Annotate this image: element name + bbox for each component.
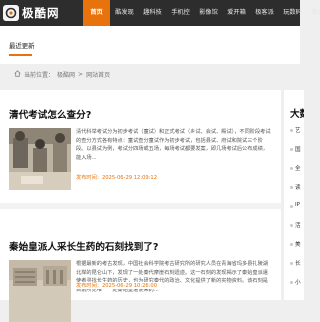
article-thumbnail[interactable] (9, 128, 71, 190)
nav-item-unboxing[interactable]: 爱开箱 (223, 0, 250, 26)
list-bullet (290, 243, 293, 246)
sub-header: 最近更新 (0, 26, 300, 64)
article-publish-time: 发布时间：2025-06-29 12:09:12 (76, 175, 158, 181)
breadcrumb: 当前位置： 极酷网 > 网站首页 (14, 69, 110, 79)
list-bullet (290, 205, 293, 208)
list-bullet (290, 281, 293, 284)
article-excerpt: 根据最新的考古发现，中国社会科学院考古研究所的研究人员在青海省玛多县扎陵湖北岸的… (76, 261, 268, 293)
top-nav-bar: 极酷网 首页 酷发现 趣科技 手机控 影像馆 爱开箱 极客派 玩数码 皮克千 (0, 0, 320, 26)
article-title[interactable]: 清代考试怎么查分? (9, 107, 91, 121)
sidebar-list-item[interactable]: 艺 (295, 126, 301, 134)
list-bullet (290, 129, 293, 132)
sidebar-list-item[interactable]: 读 (295, 183, 301, 191)
article-list: 清代考试怎么查分? 清代科举考试分为初步考试（童试）和正式考试（乡试、会试、殿试… (0, 90, 281, 322)
breadcrumb-separator: > (78, 70, 84, 78)
sidebar-list-item[interactable]: 美 (295, 240, 301, 248)
section-divider (0, 203, 281, 209)
site-logo[interactable]: 极酷网 (3, 4, 79, 22)
nav-item-tech[interactable]: 趣科技 (139, 0, 166, 26)
nav-item-home[interactable]: 首页 (83, 0, 110, 26)
breadcrumb-link-home[interactable]: 网站首页 (86, 70, 110, 79)
sidebar-panel: 大数据 艺 国 全 读 IP 活 美 长 小 (284, 90, 304, 300)
nav-item-pikeqian[interactable]: 皮克千 (307, 0, 320, 26)
article-publish-time: 发布时间：2025-06-29 10:26:00 (76, 282, 162, 289)
nav-item-phone[interactable]: 手机控 (167, 0, 194, 26)
breadcrumb-prefix: 当前位置： (24, 71, 55, 79)
list-bullet (290, 224, 293, 227)
article-excerpt: 清代科举考试分为初步考试（童试）和正式考试（乡试、会试、殿试），不同阶段考试的查… (76, 129, 271, 161)
logo-mark-icon (3, 5, 19, 21)
nav-item-geek[interactable]: 极客派 (251, 0, 278, 26)
nav-item-digital[interactable]: 玩数码 (279, 0, 306, 26)
sidebar-list-item[interactable]: 全 (295, 164, 301, 172)
recent-updates-tab[interactable]: 最近更新 (9, 41, 35, 50)
active-tab-indicator (9, 54, 32, 56)
article-thumbnail[interactable] (9, 260, 71, 322)
sidebar-list-item[interactable]: 小 (295, 278, 301, 286)
sidebar-list-item[interactable]: 长 (295, 259, 301, 267)
breadcrumb-link-site[interactable]: 极酷网 (57, 70, 75, 79)
sidebar-list-item[interactable]: 国 (295, 145, 301, 153)
list-bullet (290, 148, 293, 151)
sidebar-list-item[interactable]: 活 (295, 221, 301, 229)
sidebar-title: 大数据 (290, 109, 304, 120)
nav-item-discover[interactable]: 酷发现 (111, 0, 138, 26)
sidebar-list-item[interactable]: IP (295, 202, 300, 208)
main-nav: 首页 酷发现 趣科技 手机控 影像馆 爱开箱 极客派 玩数码 皮克千 (83, 0, 320, 26)
list-bullet (290, 167, 293, 170)
nav-item-photo[interactable]: 影像馆 (195, 0, 222, 26)
home-icon (14, 69, 21, 79)
site-logo-text: 极酷网 (22, 6, 60, 20)
list-bullet (290, 186, 293, 189)
article-title[interactable]: 秦始皇派人采长生药的石刻找到了? (9, 239, 158, 253)
list-bullet (290, 262, 293, 265)
